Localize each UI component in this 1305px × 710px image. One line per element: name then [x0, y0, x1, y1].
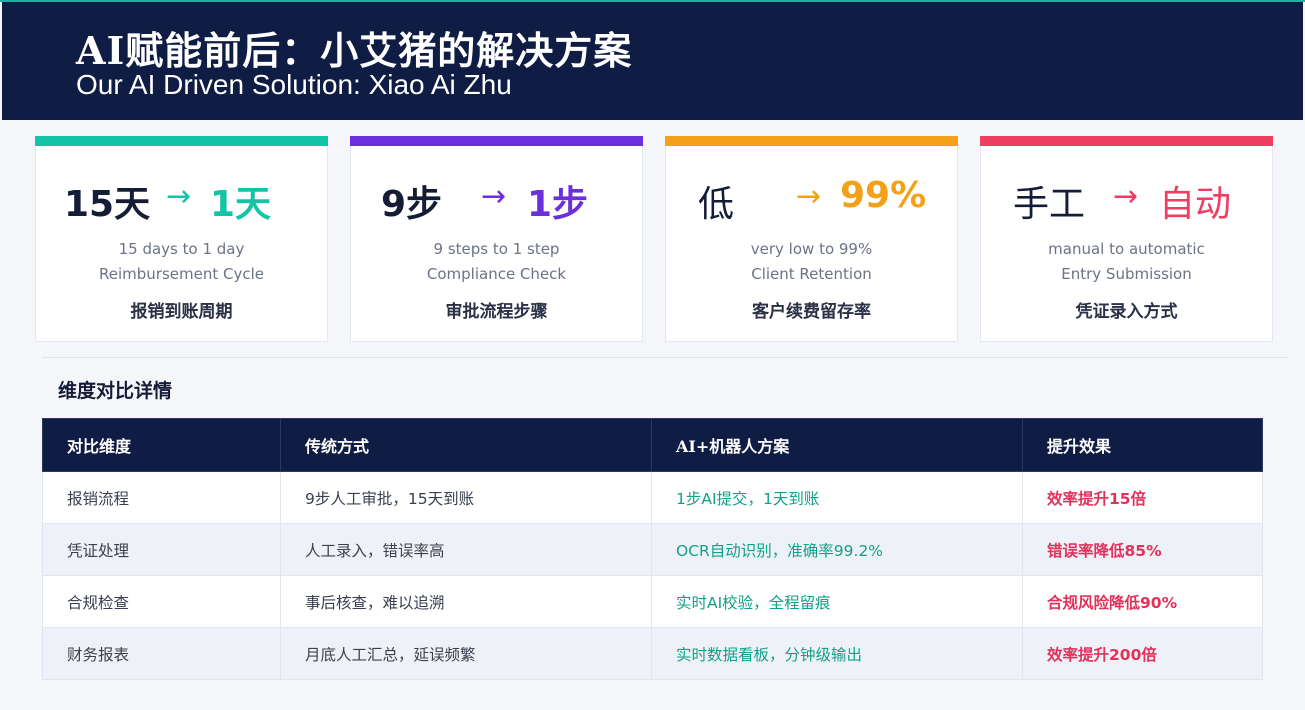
table-row: 合规检查 事后核查，难以追溯 实时AI校验，全程留痕 合规风险降低90%	[42, 575, 1263, 628]
comparison-table: 对比维度 传统方式 AI+机器人方案 提升效果 报销流程 9步人工审批，15天到…	[42, 418, 1263, 680]
cell-improvement: 合规风险降低90%	[1022, 575, 1263, 628]
metric-after: 99%	[840, 175, 927, 216]
metric-before: 低	[698, 184, 735, 225]
cell-ai-solution: 实时AI校验，全程留痕	[651, 575, 1023, 628]
cell-traditional: 人工录入，错误率高	[280, 523, 652, 576]
metric-before: 9步	[381, 184, 443, 225]
section-divider	[42, 357, 1287, 358]
cell-improvement: 效率提升15倍	[1022, 471, 1263, 524]
cell-traditional: 事后核查，难以追溯	[280, 575, 652, 628]
metric-subject-zh: 报销到账周期	[130, 302, 233, 322]
metric-subject-en: Entry Submission	[1061, 265, 1192, 283]
metric-caption-en: 9 steps to 1 step	[433, 240, 560, 258]
arrow-right-icon: →	[1113, 179, 1139, 214]
card-accent-bar	[665, 136, 958, 146]
arrow-right-icon: →	[481, 179, 507, 214]
card-accent-bar	[350, 136, 643, 146]
metric-subject-en: Reimbursement Cycle	[99, 265, 264, 283]
metric-card-entry: 手工 → 自动 manual to automatic Entry Submis…	[980, 136, 1273, 342]
metric-after: 1天	[210, 184, 272, 225]
metric-after: 自动	[1159, 184, 1232, 225]
metric-change: 9步 → 1步	[379, 175, 639, 225]
metric-caption-en: 15 days to 1 day	[118, 240, 245, 258]
column-header-ai-solution: AI+机器人方案	[651, 418, 1023, 472]
page-header: AI赋能前后：小艾猪的解决方案 Our AI Driven Solution: …	[2, 2, 1303, 120]
metric-change: 15天 → 1天	[64, 175, 324, 225]
metric-before: 手工	[1013, 184, 1086, 225]
cell-dimension: 财务报表	[42, 627, 281, 680]
metric-subject-en: Client Retention	[751, 265, 872, 283]
column-header-dimension: 对比维度	[42, 418, 281, 472]
metric-card-compliance: 9步 → 1步 9 steps to 1 step Compliance Che…	[350, 136, 643, 342]
metric-subject-zh: 审批流程步骤	[445, 302, 548, 322]
metric-caption-en: manual to automatic	[1048, 240, 1205, 258]
cell-dimension: 合规检查	[42, 575, 281, 628]
cell-ai-solution: 实时数据看板，分钟级输出	[651, 627, 1023, 680]
page-title-en: Our AI Driven Solution: Xiao Ai Zhu	[76, 69, 512, 100]
section-title: 维度对比详情	[58, 380, 173, 402]
arrow-right-icon: →	[796, 179, 822, 214]
cell-improvement: 效率提升200倍	[1022, 627, 1263, 680]
metric-card-retention: 低 → 99% very low to 99% Client Retention…	[665, 136, 958, 342]
metric-subject-zh: 客户续费留存率	[752, 302, 871, 322]
cell-dimension: 凭证处理	[42, 523, 281, 576]
page-title-zh: AI赋能前后：小艾猪的解决方案	[76, 28, 633, 73]
metric-subject-en: Compliance Check	[426, 265, 567, 283]
cell-dimension: 报销流程	[42, 471, 281, 524]
metric-subject-zh: 凭证录入方式	[1075, 302, 1178, 322]
metric-before: 15天	[64, 184, 151, 225]
card-accent-bar	[980, 136, 1273, 146]
metric-change: 低 → 99%	[694, 175, 954, 225]
metric-after: 1步	[527, 184, 589, 225]
cell-traditional: 9步人工审批，15天到账	[280, 471, 652, 524]
arrow-right-icon: →	[166, 179, 192, 214]
table-row: 财务报表 月底人工汇总，延误频繁 实时数据看板，分钟级输出 效率提升200倍	[42, 627, 1263, 680]
table-header-row: 对比维度 传统方式 AI+机器人方案 提升效果	[42, 418, 1263, 472]
cell-ai-solution: 1步AI提交，1天到账	[651, 471, 1023, 524]
column-header-improvement: 提升效果	[1022, 418, 1263, 472]
metric-card-reimbursement: 15天 → 1天 15 days to 1 day Reimbursement …	[35, 136, 328, 342]
metric-change: 手工 → 自动	[1009, 175, 1269, 225]
column-header-traditional: 传统方式	[280, 418, 652, 472]
table-row: 报销流程 9步人工审批，15天到账 1步AI提交，1天到账 效率提升15倍	[42, 471, 1263, 524]
table-row: 凭证处理 人工录入，错误率高 OCR自动识别，准确率99.2% 错误率降低85%	[42, 523, 1263, 576]
cell-traditional: 月底人工汇总，延误频繁	[280, 627, 652, 680]
cell-ai-solution: OCR自动识别，准确率99.2%	[651, 523, 1023, 576]
card-accent-bar	[35, 136, 328, 146]
cell-improvement: 错误率降低85%	[1022, 523, 1263, 576]
metric-caption-en: very low to 99%	[750, 240, 873, 258]
